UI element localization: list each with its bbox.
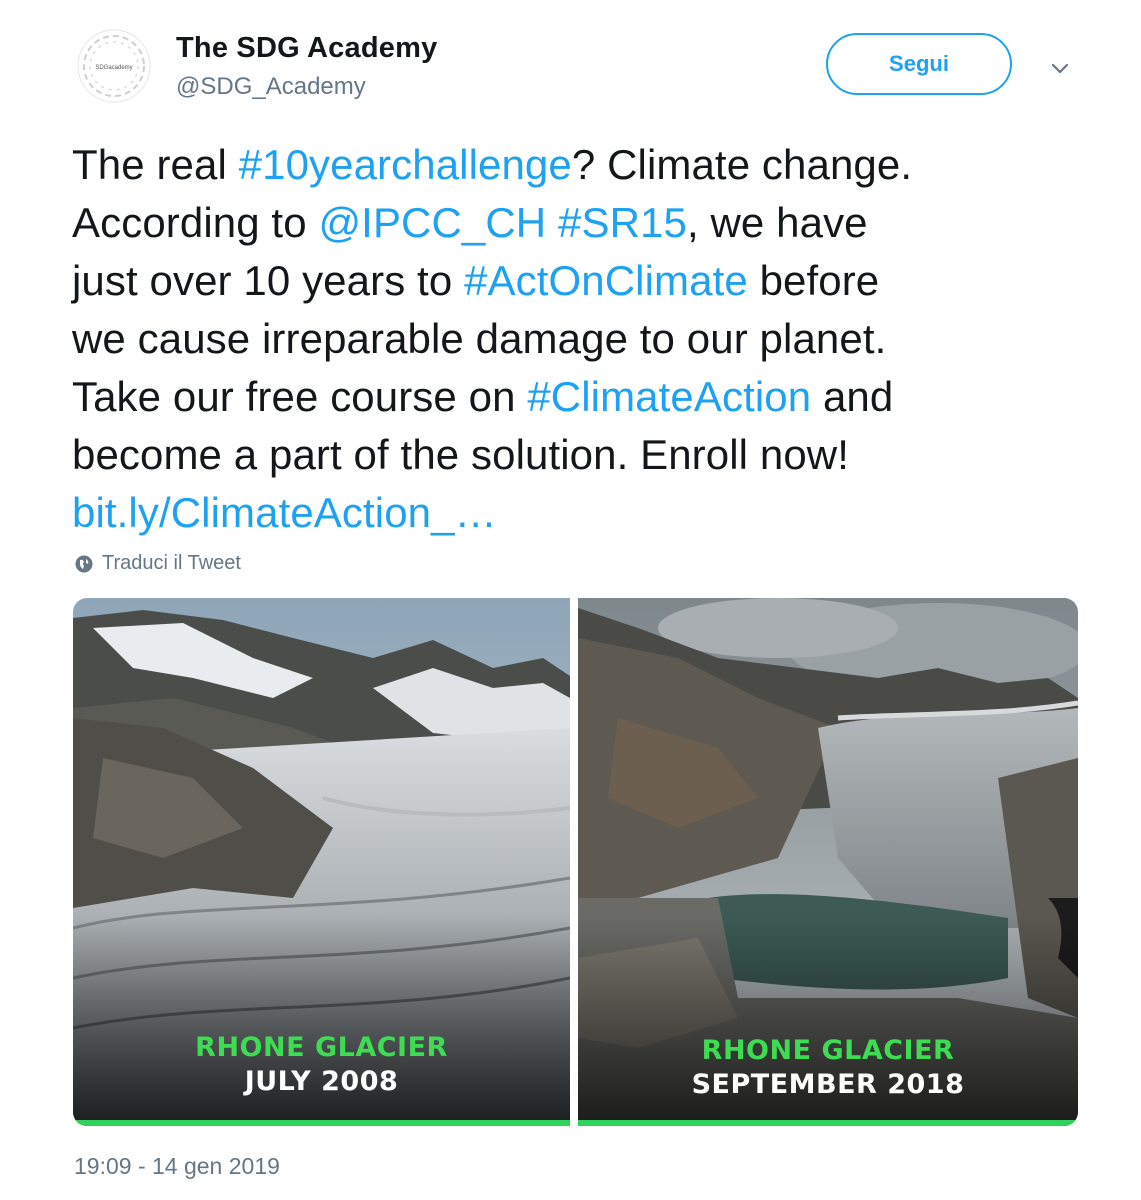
- tweet-text-segment: become a part of the solution. Enroll no…: [72, 431, 849, 478]
- tweet-text-segment: and: [811, 373, 894, 420]
- chevron-down-icon[interactable]: [1046, 55, 1074, 83]
- follow-button[interactable]: Segui: [826, 33, 1012, 95]
- hashtag-link[interactable]: #SR15: [558, 199, 687, 246]
- display-name[interactable]: The SDG Academy: [176, 32, 437, 65]
- photo-rhone-glacier-2008[interactable]: RHONE GLACIER JULY 2008: [73, 598, 570, 1126]
- tweet-line: The real #10yearchallenge? Climate chang…: [72, 136, 1072, 194]
- tweet-text-segment: ? Climate change.: [571, 141, 913, 188]
- tweet-text-segment: [546, 199, 558, 246]
- tweet-line: Take our free course on #ClimateAction a…: [72, 368, 1072, 426]
- tweet-text-segment: Take our free course on: [72, 373, 528, 420]
- avatar[interactable]: SDGacademy: [76, 28, 152, 104]
- globe-icon: [75, 555, 93, 572]
- tweet-text-segment: , we have: [686, 199, 868, 246]
- tweet-header: SDGacademy The SDG Academy @SDG_Academy …: [0, 0, 1141, 120]
- hashtag-link[interactable]: #ActOnClimate: [464, 257, 748, 304]
- tweet-text-segment: we cause irreparable damage to our plane…: [72, 315, 887, 362]
- tweet-line: just over 10 years to #ActOnClimate befo…: [72, 252, 1072, 310]
- url-link[interactable]: bit.ly/ClimateAction_…: [72, 489, 497, 536]
- tweet-text-segment: just over 10 years to: [72, 257, 465, 304]
- tweet-media[interactable]: RHONE GLACIER JULY 2008 RHONE GLACIER SE…: [73, 598, 1078, 1126]
- tweet-text: The real #10yearchallenge? Climate chang…: [72, 136, 1072, 542]
- caption-accent-bar: [73, 1120, 570, 1126]
- hashtag-link[interactable]: #ClimateAction: [527, 373, 811, 420]
- caption-date-2018: SEPTEMBER 2018: [691, 1069, 965, 1100]
- tweet-text-segment: According to: [72, 199, 319, 246]
- tweet-line: we cause irreparable damage to our plane…: [72, 310, 1072, 368]
- avatar-logo-text: SDGacademy: [95, 65, 132, 71]
- caption-title-2008: RHONE GLACIER: [195, 1032, 448, 1063]
- tweet-line: bit.ly/ClimateAction_…: [72, 484, 1072, 542]
- photo-rhone-glacier-2018[interactable]: RHONE GLACIER SEPTEMBER 2018: [578, 598, 1078, 1126]
- tweet-line: According to @IPCC_CH #SR15, we have: [72, 194, 1072, 252]
- translate-tweet-link[interactable]: Traduci il Tweet: [74, 552, 241, 575]
- tweet-text-segment: before: [747, 257, 880, 304]
- caption-accent-bar: [578, 1120, 1078, 1126]
- tweet-text-segment: The real: [72, 141, 239, 188]
- user-handle[interactable]: @SDG_Academy: [176, 73, 366, 101]
- mention-link[interactable]: @IPCC_CH: [318, 199, 546, 246]
- tweet-timestamp[interactable]: 19:09 - 14 gen 2019: [74, 1153, 280, 1180]
- tweet-line: become a part of the solution. Enroll no…: [72, 426, 1072, 484]
- caption-date-2008: JULY 2008: [244, 1066, 399, 1097]
- sdg-academy-logo: SDGacademy: [77, 29, 151, 103]
- caption-title-2018: RHONE GLACIER: [701, 1035, 955, 1066]
- hashtag-link[interactable]: #10yearchallenge: [239, 141, 572, 188]
- translate-label: Traduci il Tweet: [102, 552, 241, 574]
